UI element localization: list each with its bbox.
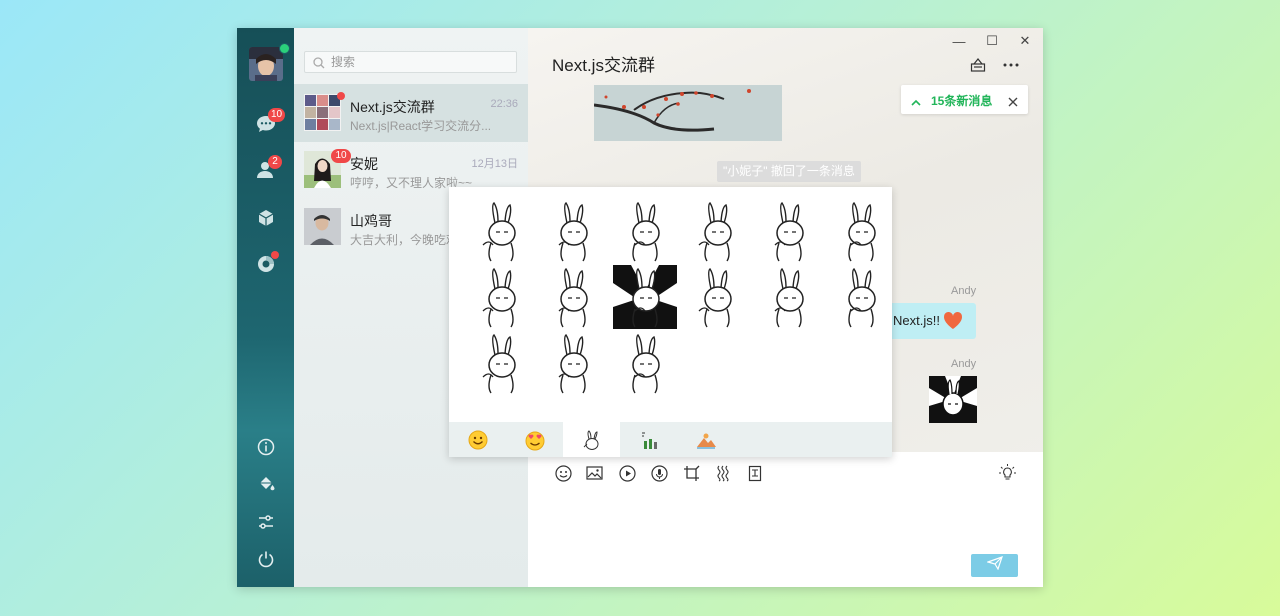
maximize-button[interactable]: ☐: [982, 32, 1002, 50]
contacts-unread-badge: 2: [268, 155, 282, 169]
sticker-item[interactable]: [541, 265, 605, 329]
more-options-icon[interactable]: [1001, 56, 1021, 74]
bottles-sticker-tab[interactable]: [620, 422, 677, 457]
conversation-item-nextjs[interactable]: Next.js交流群 22:36 Next.js|React学习交流分...: [294, 84, 528, 142]
message-sender: Andy: [951, 285, 977, 297]
sticker-item[interactable]: [685, 265, 749, 329]
minimize-button[interactable]: —: [949, 32, 969, 50]
emoji-tab[interactable]: [449, 422, 506, 457]
conversation-name: 安妮: [350, 156, 378, 172]
sticker-item[interactable]: [469, 265, 533, 329]
new-messages-count: 15条新消息: [931, 94, 993, 108]
group-avatar: [304, 94, 341, 131]
plum-blossom-image[interactable]: [594, 85, 782, 141]
close-window-button[interactable]: ✕: [1015, 32, 1035, 50]
conversation-preview: Next.js|React学习交流分...: [350, 119, 490, 133]
bottles-sticker-icon: [641, 432, 657, 449]
send-button[interactable]: [971, 554, 1018, 577]
sticker-item[interactable]: [469, 199, 533, 263]
landscape-sticker-icon: [696, 433, 716, 449]
smiley-icon[interactable]: [553, 463, 573, 483]
cube-nav-icon[interactable]: [255, 207, 277, 229]
new-messages-toast[interactable]: 15条新消息: [901, 85, 1028, 114]
crop-icon[interactable]: [681, 463, 701, 483]
sticker-tabs: [449, 422, 892, 457]
sticker-message[interactable]: [929, 376, 977, 423]
video-icon[interactable]: [617, 463, 637, 483]
paper-plane-icon: [985, 556, 1003, 575]
search-box[interactable]: [304, 51, 517, 73]
file-icon[interactable]: [745, 463, 765, 483]
recall-notice: "小妮子" 撤回了一条消息: [717, 161, 861, 182]
heart-eyes-emoji-icon: [525, 431, 544, 450]
moments-unread-dot: [271, 251, 279, 259]
search-input[interactable]: [331, 54, 511, 70]
side-rail: 10 2: [237, 28, 294, 587]
sticker-item[interactable]: [613, 265, 677, 329]
online-status-dot: [279, 43, 290, 54]
message-text: Next.js!!: [893, 313, 940, 328]
sticker-item[interactable]: [541, 199, 605, 263]
sticker-item[interactable]: [469, 331, 533, 395]
shake-icon[interactable]: [713, 463, 733, 483]
image-icon[interactable]: [585, 463, 605, 483]
smile-emoji-icon: [468, 430, 487, 449]
sticker-item[interactable]: [829, 265, 893, 329]
contact-avatar: [304, 208, 341, 245]
conversation-unread-badge: 10: [331, 149, 351, 163]
theme-paint-icon[interactable]: [255, 473, 277, 495]
power-icon[interactable]: [255, 548, 277, 570]
conversation-time: 12月13日: [471, 158, 518, 170]
sticker-item[interactable]: [685, 199, 749, 263]
conversation-name: 山鸡哥: [350, 213, 392, 229]
info-icon[interactable]: [255, 436, 277, 458]
settings-sliders-icon[interactable]: [255, 511, 277, 533]
heart-emoji-icon: [943, 311, 963, 335]
sticker-item[interactable]: [757, 199, 821, 263]
announcement-icon[interactable]: [968, 56, 988, 74]
sticker-item[interactable]: [613, 331, 677, 395]
chat-unread-badge: 10: [268, 108, 286, 122]
message-bubble[interactable]: Next.js!!: [889, 303, 976, 339]
my-avatar[interactable]: [249, 47, 283, 81]
mic-icon[interactable]: [649, 463, 669, 483]
landscape-sticker-tab[interactable]: [677, 422, 734, 457]
rabbit-sticker-icon: [583, 429, 598, 450]
chat-title: Next.js交流群: [552, 56, 655, 75]
arrow-up-icon: [911, 94, 921, 112]
message-composer[interactable]: [528, 452, 1043, 587]
sticker-item[interactable]: [541, 331, 605, 395]
rabbit-sticker-tab[interactable]: [563, 422, 620, 457]
bulb-icon[interactable]: [997, 463, 1017, 483]
close-toast-icon[interactable]: [1008, 94, 1018, 112]
sticker-item[interactable]: [757, 265, 821, 329]
unread-dot: [337, 92, 345, 100]
sticker-panel: [449, 187, 892, 457]
heart-eyes-tab[interactable]: [506, 422, 563, 457]
sticker-item[interactable]: [829, 199, 893, 263]
search-icon: [313, 56, 325, 74]
conversation-time: 22:36: [490, 98, 518, 110]
sticker-item[interactable]: [613, 199, 677, 263]
conversation-name: Next.js交流群: [350, 99, 435, 115]
message-sender: Andy: [951, 358, 977, 370]
